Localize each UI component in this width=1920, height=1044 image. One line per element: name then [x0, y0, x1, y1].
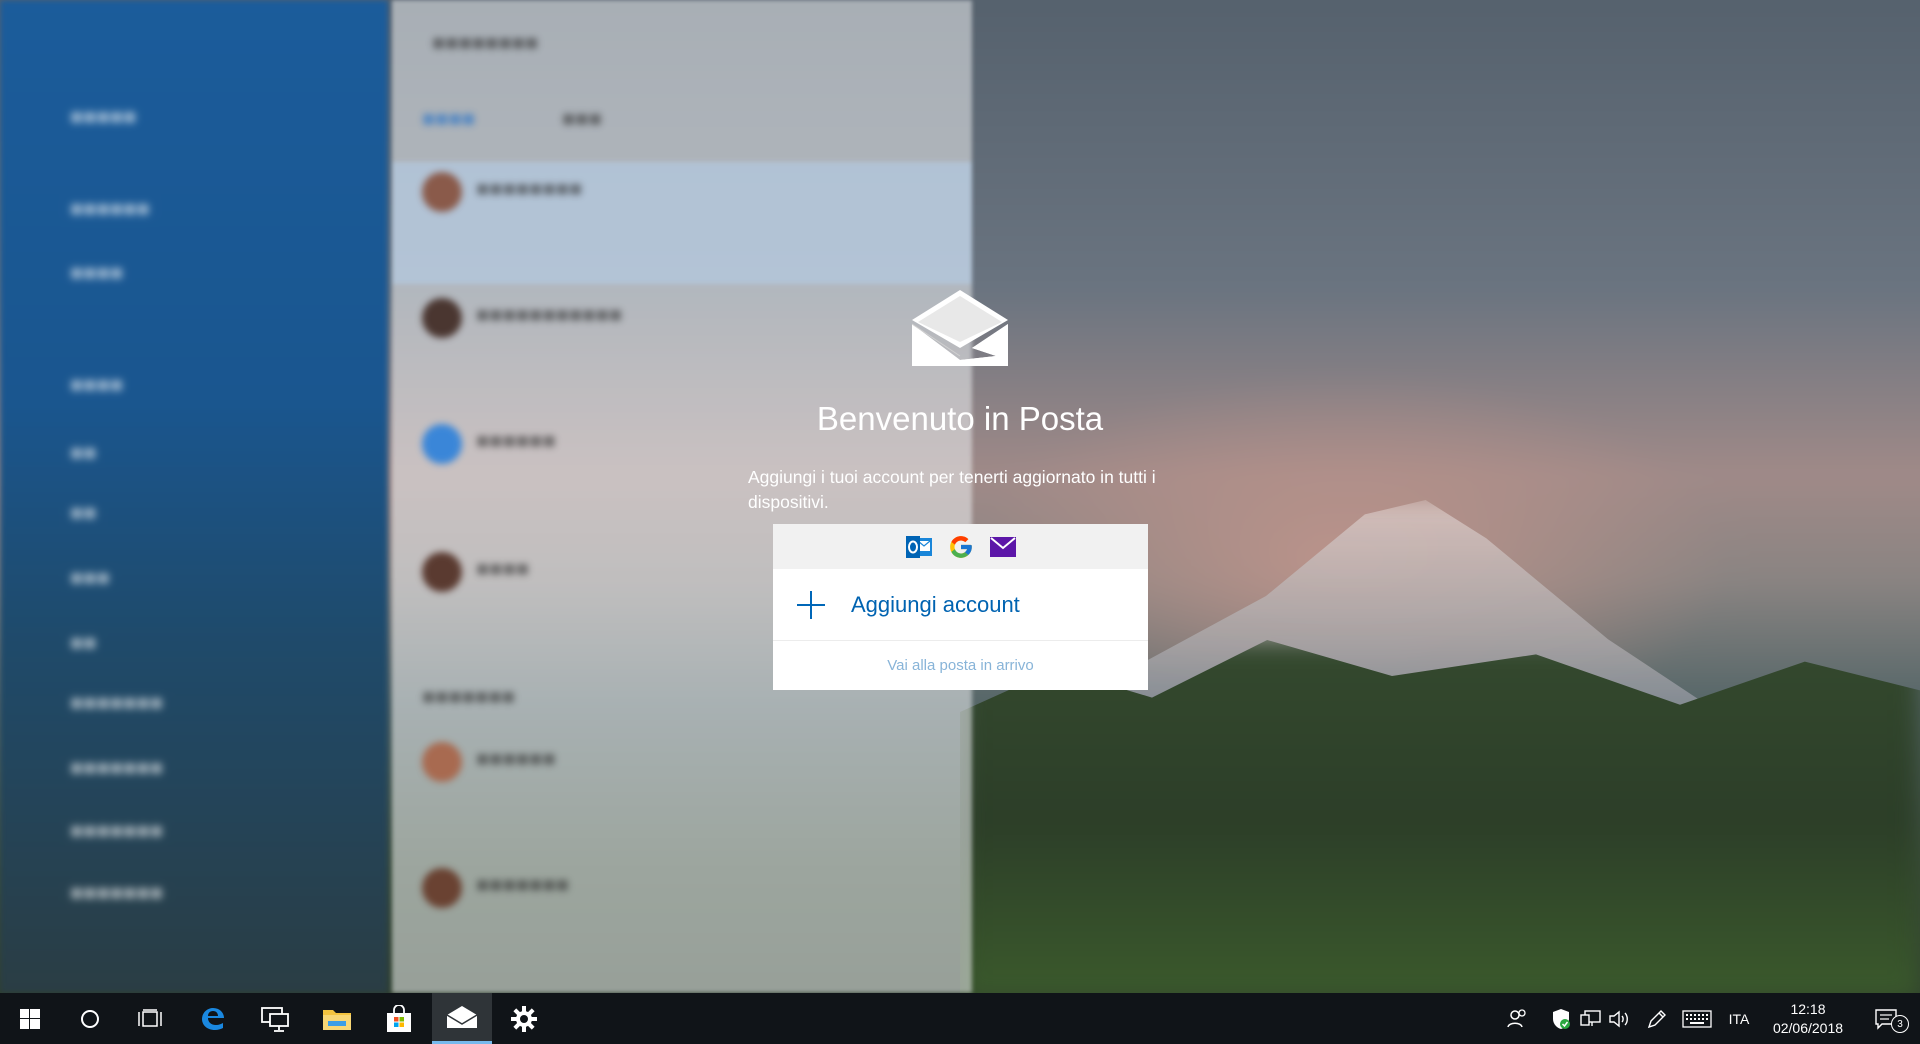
- cortana-icon: [81, 1009, 99, 1028]
- input-language[interactable]: ITA: [1722, 993, 1756, 1044]
- clock-time: 12:18: [1790, 1001, 1826, 1017]
- network-button[interactable]: [1578, 993, 1604, 1044]
- settings-button[interactable]: [494, 993, 554, 1044]
- account-card: Aggiungi account Vai alla posta in arriv…: [773, 524, 1148, 690]
- store-button[interactable]: [369, 993, 429, 1044]
- remote-desktop-icon: [261, 1006, 289, 1032]
- settings-icon: [511, 1005, 537, 1032]
- edge-button[interactable]: [183, 993, 243, 1044]
- mail-sidebar-blurred: ■■■■■ ■■■■■■ ■■■■ ■■■■ ■■ ■■ ■■■ ■■ ■■■■…: [0, 0, 388, 993]
- start-icon: [20, 1008, 40, 1029]
- welcome-title: Benvenuto in Posta: [816, 400, 1104, 437]
- task-view-icon: [138, 1008, 162, 1027]
- edge-icon: [202, 1007, 224, 1030]
- people-icon: [1507, 1008, 1526, 1027]
- goto-inbox-link[interactable]: Vai alla posta in arrivo: [773, 641, 1148, 689]
- google-icon: [947, 533, 975, 561]
- cortana-button[interactable]: [60, 993, 120, 1044]
- volume-button[interactable]: [1606, 993, 1632, 1044]
- file-explorer-icon: [323, 1009, 351, 1030]
- outlook-icon: [905, 533, 933, 561]
- provider-strip: [773, 524, 1148, 569]
- task-view-button[interactable]: [120, 993, 180, 1044]
- mail-icon: [447, 1006, 477, 1028]
- notification-count-badge: 3: [1891, 1015, 1909, 1033]
- store-icon: [387, 1004, 411, 1032]
- wallpaper-forest: [960, 640, 1920, 993]
- network-icon: [1580, 1009, 1601, 1026]
- touch-keyboard-button[interactable]: [1680, 993, 1714, 1044]
- pen-workspace-button[interactable]: [1643, 993, 1671, 1044]
- plus-icon: [797, 590, 825, 619]
- remote-desktop-button[interactable]: [245, 993, 305, 1044]
- welcome-subtitle: Aggiungi i tuoi account per tenerti aggi…: [748, 467, 1156, 512]
- start-button[interactable]: [0, 993, 60, 1044]
- mail-icon: [989, 533, 1017, 561]
- mail-taskbar-button[interactable]: [432, 993, 492, 1044]
- pen-icon: [1647, 1009, 1666, 1028]
- volume-icon: [1609, 1010, 1628, 1027]
- mail-envelope-icon: [912, 290, 1008, 366]
- clock-date: 02/06/2018: [1772, 1020, 1844, 1036]
- add-account-button[interactable]: Aggiungi account: [773, 569, 1148, 641]
- people-button[interactable]: [1503, 993, 1531, 1044]
- keyboard-icon: [1682, 1009, 1712, 1028]
- file-explorer-button[interactable]: [307, 993, 367, 1044]
- clock[interactable]: 12:18 02/06/2018: [1758, 1000, 1858, 1038]
- shield-icon: [1553, 1008, 1570, 1029]
- add-account-label: Aggiungi account: [851, 591, 1020, 617]
- defender-button[interactable]: [1548, 993, 1574, 1044]
- taskbar: ITA 12:18 02/06/2018 3: [0, 993, 1920, 1044]
